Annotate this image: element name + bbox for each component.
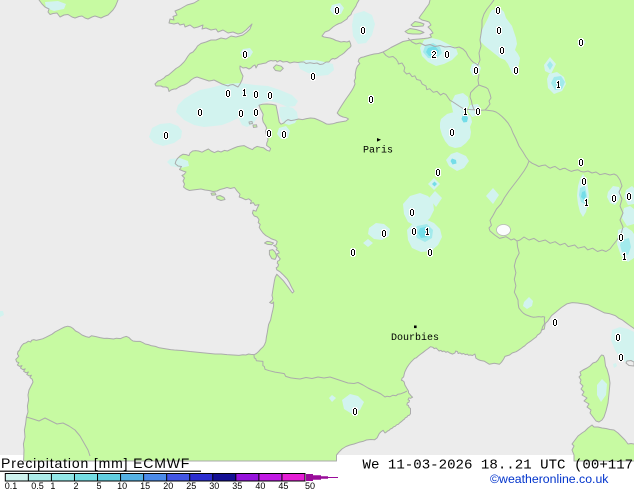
svg-text:2: 2 bbox=[73, 481, 78, 490]
svg-text:45: 45 bbox=[278, 481, 288, 490]
svg-text:Dourbies: Dourbies bbox=[391, 332, 439, 344]
svg-text:20: 20 bbox=[163, 481, 173, 490]
svg-text:35: 35 bbox=[232, 481, 242, 490]
svg-text:0.5: 0.5 bbox=[31, 481, 44, 490]
svg-text:5: 5 bbox=[96, 481, 101, 490]
svg-text:Paris: Paris bbox=[363, 145, 393, 157]
svg-text:Precipitation [mm] ECMWF: Precipitation [mm] ECMWF bbox=[1, 455, 190, 471]
svg-text:50: 50 bbox=[305, 481, 315, 490]
svg-text:0.1: 0.1 bbox=[5, 481, 18, 490]
svg-text:10: 10 bbox=[117, 481, 127, 490]
svg-text:40: 40 bbox=[255, 481, 265, 490]
svg-text:25: 25 bbox=[186, 481, 196, 490]
svg-text:©weatheronline.co.uk: ©weatheronline.co.uk bbox=[490, 472, 609, 486]
svg-text:30: 30 bbox=[209, 481, 219, 490]
svg-text:15: 15 bbox=[140, 481, 150, 490]
svg-text:1: 1 bbox=[50, 481, 55, 490]
